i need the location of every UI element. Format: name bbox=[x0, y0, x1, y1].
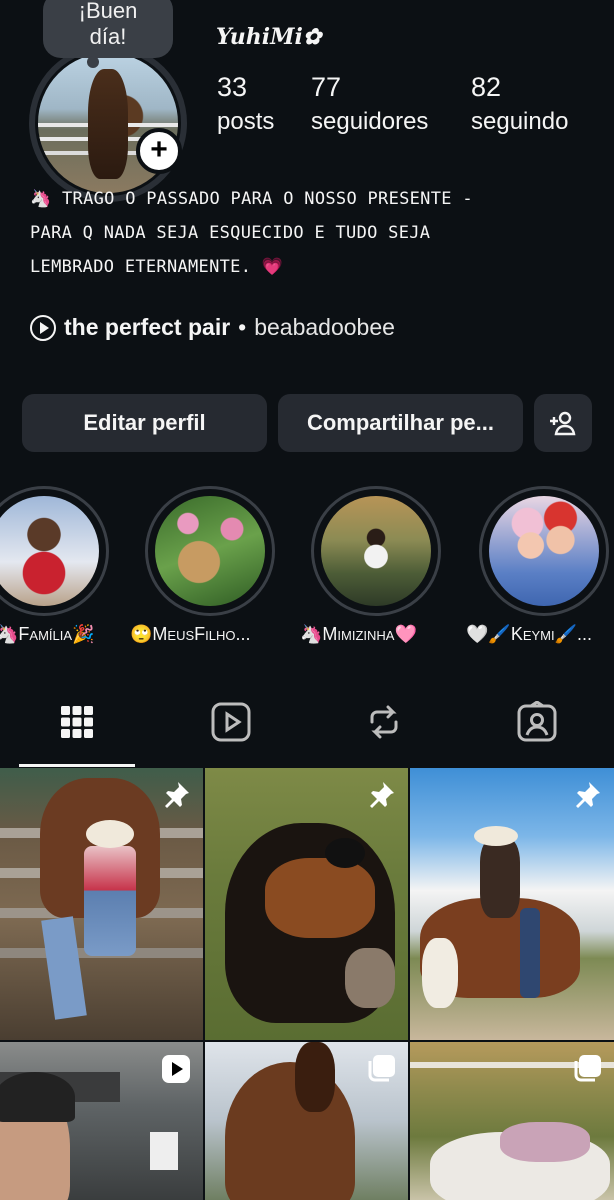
note-bubble[interactable]: ¡Buen día! bbox=[43, 0, 173, 68]
pin-icon bbox=[370, 782, 394, 808]
highlight-label: 🙄MeusFilho... bbox=[130, 624, 251, 644]
highlight-label: 🦄Mimizinha🩷 bbox=[300, 624, 417, 644]
following-count[interactable]: 82 bbox=[471, 72, 501, 103]
reels-icon bbox=[211, 702, 251, 742]
share-profile-button[interactable]: Compartilhar pe... bbox=[278, 394, 523, 452]
tab-reposts[interactable] bbox=[362, 700, 406, 744]
song-artist: beabadoobee bbox=[254, 314, 395, 340]
tab-reels[interactable] bbox=[209, 700, 253, 744]
highlight-keymi[interactable] bbox=[478, 486, 610, 616]
post-thumbnail[interactable] bbox=[0, 1042, 203, 1200]
avatar[interactable] bbox=[29, 44, 187, 202]
music-separator: • bbox=[238, 314, 247, 340]
song-title: the perfect pair bbox=[64, 314, 231, 340]
add-person-button[interactable] bbox=[534, 394, 592, 452]
active-tab-indicator bbox=[19, 764, 135, 767]
username: YuhiMi✿ bbox=[216, 24, 322, 50]
carousel-icon bbox=[368, 1055, 395, 1082]
bio: 🦄 TRAGO O PASSADO PARA O NOSSO PRESENTE … bbox=[30, 189, 473, 277]
tagged-icon bbox=[517, 701, 557, 742]
tab-grid[interactable] bbox=[55, 700, 99, 744]
grid-icon bbox=[61, 706, 93, 738]
edit-profile-button[interactable]: Editar perfil bbox=[22, 394, 267, 452]
add-story-button[interactable]: + bbox=[136, 128, 182, 174]
tab-tagged[interactable] bbox=[515, 700, 559, 744]
posts-count[interactable]: 33 bbox=[217, 72, 247, 103]
highlight-meusfilhos[interactable] bbox=[144, 486, 276, 616]
add-person-icon bbox=[550, 411, 576, 436]
post-thumbnail[interactable] bbox=[410, 1042, 614, 1200]
highlight-mimizinha[interactable] bbox=[310, 486, 442, 616]
pin-icon bbox=[576, 782, 600, 808]
pin-icon bbox=[165, 782, 189, 808]
highlight-label: 🦄Família🎉 bbox=[0, 624, 95, 644]
highlight-familia[interactable] bbox=[0, 486, 110, 616]
play-icon[interactable] bbox=[30, 314, 56, 341]
note-text: ¡Buen día! bbox=[78, 0, 138, 49]
post-thumbnail[interactable] bbox=[205, 1042, 408, 1200]
post-thumbnail[interactable] bbox=[205, 768, 408, 1040]
followers-label[interactable]: seguidores bbox=[311, 108, 428, 136]
carousel-icon bbox=[574, 1055, 601, 1082]
post-thumbnail[interactable] bbox=[410, 768, 614, 1040]
following-label[interactable]: seguindo bbox=[471, 108, 568, 136]
profile-music[interactable]: the perfect pair • beabadoobee bbox=[30, 314, 395, 341]
highlight-label: 🤍🖌️Keymi🖌️... bbox=[466, 624, 593, 644]
reel-icon bbox=[162, 1055, 190, 1083]
followers-count[interactable]: 77 bbox=[311, 72, 341, 103]
post-thumbnail[interactable] bbox=[0, 768, 203, 1040]
reposts-icon bbox=[370, 705, 398, 739]
posts-label[interactable]: posts bbox=[217, 108, 274, 136]
